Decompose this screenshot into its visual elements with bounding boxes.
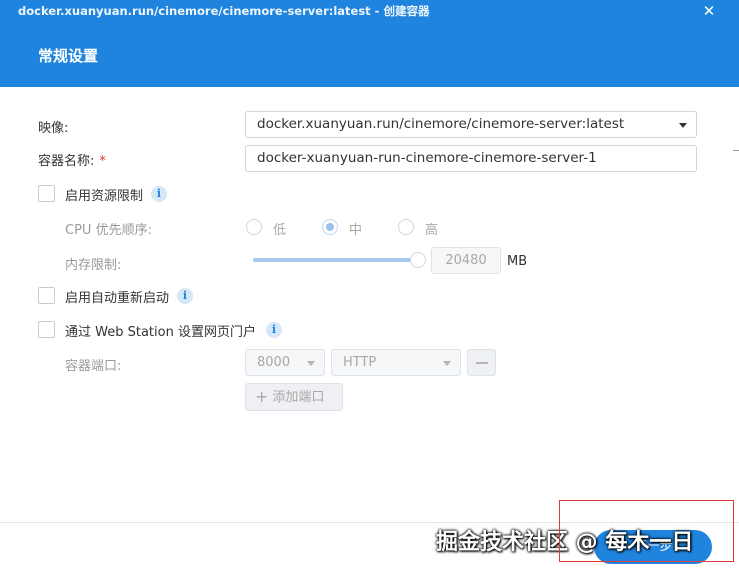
plus-icon: + <box>255 387 269 406</box>
cpu-radio-high[interactable] <box>398 219 414 235</box>
auto-restart-label: 启用自动重新启动 <box>65 291 170 306</box>
container-port-label: 容器端口: <box>65 359 122 374</box>
cpu-option-medium-label: 中 <box>349 223 363 238</box>
resource-limit-checkbox[interactable] <box>38 185 55 202</box>
container-name-input[interactable]: docker-xuanyuan-run-cinemore-cinemore-se… <box>245 145 697 172</box>
cpu-priority-label: CPU 优先顺序: <box>65 223 152 238</box>
memory-slider-fill <box>253 258 411 262</box>
protocol-select-value: HTTP <box>343 355 377 370</box>
image-label: 映像: <box>38 121 69 136</box>
container-name-value: docker-xuanyuan-run-cinemore-cinemore-se… <box>257 150 597 166</box>
required-mark: * <box>99 154 106 169</box>
chevron-down-icon <box>443 361 451 366</box>
remove-port-button[interactable] <box>467 349 496 376</box>
cpu-option-low-label: 低 <box>273 223 287 238</box>
add-port-button[interactable]: + 添加端口 <box>245 383 343 411</box>
port-select[interactable]: 8000 <box>245 349 325 376</box>
window-title: docker.xuanyuan.run/cinemore/cinemore-se… <box>18 4 430 18</box>
container-name-label-text: 容器名称: <box>38 154 95 169</box>
webstation-label: 通过 Web Station 设置网页门户 <box>65 325 256 340</box>
cpu-option-high-label: 高 <box>425 223 439 238</box>
auto-restart-checkbox[interactable] <box>38 287 55 304</box>
resource-limit-label: 启用资源限制 <box>65 189 144 204</box>
protocol-select[interactable]: HTTP <box>331 349 461 376</box>
image-select[interactable]: docker.xuanyuan.run/cinemore/cinemore-se… <box>245 111 697 138</box>
scroll-edge-mark <box>733 150 739 156</box>
memory-limit-label: 内存限制: <box>65 258 122 273</box>
add-port-label: 添加端口 <box>272 390 325 405</box>
memory-slider-handle[interactable] <box>410 252 426 268</box>
memory-slider-track[interactable] <box>253 258 419 262</box>
dialog-header: docker.xuanyuan.run/cinemore/cinemore-se… <box>0 0 739 87</box>
container-name-label: 容器名称: * <box>38 150 106 169</box>
cpu-radio-low[interactable] <box>246 219 262 235</box>
chevron-down-icon <box>307 361 315 366</box>
memory-limit-input[interactable]: 20480 <box>431 247 501 274</box>
chevron-down-icon <box>679 123 687 128</box>
port-select-value: 8000 <box>257 355 291 370</box>
tab-general-settings[interactable]: 常规设置 <box>38 45 98 66</box>
webstation-checkbox[interactable] <box>38 321 55 338</box>
highlight-box <box>559 500 734 562</box>
close-icon[interactable]: ✕ <box>699 1 719 21</box>
cpu-radio-medium[interactable] <box>322 219 338 235</box>
info-icon[interactable]: i <box>151 186 167 202</box>
info-icon[interactable]: i <box>177 288 193 304</box>
info-icon[interactable]: i <box>266 322 282 338</box>
memory-unit: MB <box>507 254 528 269</box>
memory-limit-value: 20480 <box>445 253 487 268</box>
image-select-value: docker.xuanyuan.run/cinemore/cinemore-se… <box>257 116 625 132</box>
